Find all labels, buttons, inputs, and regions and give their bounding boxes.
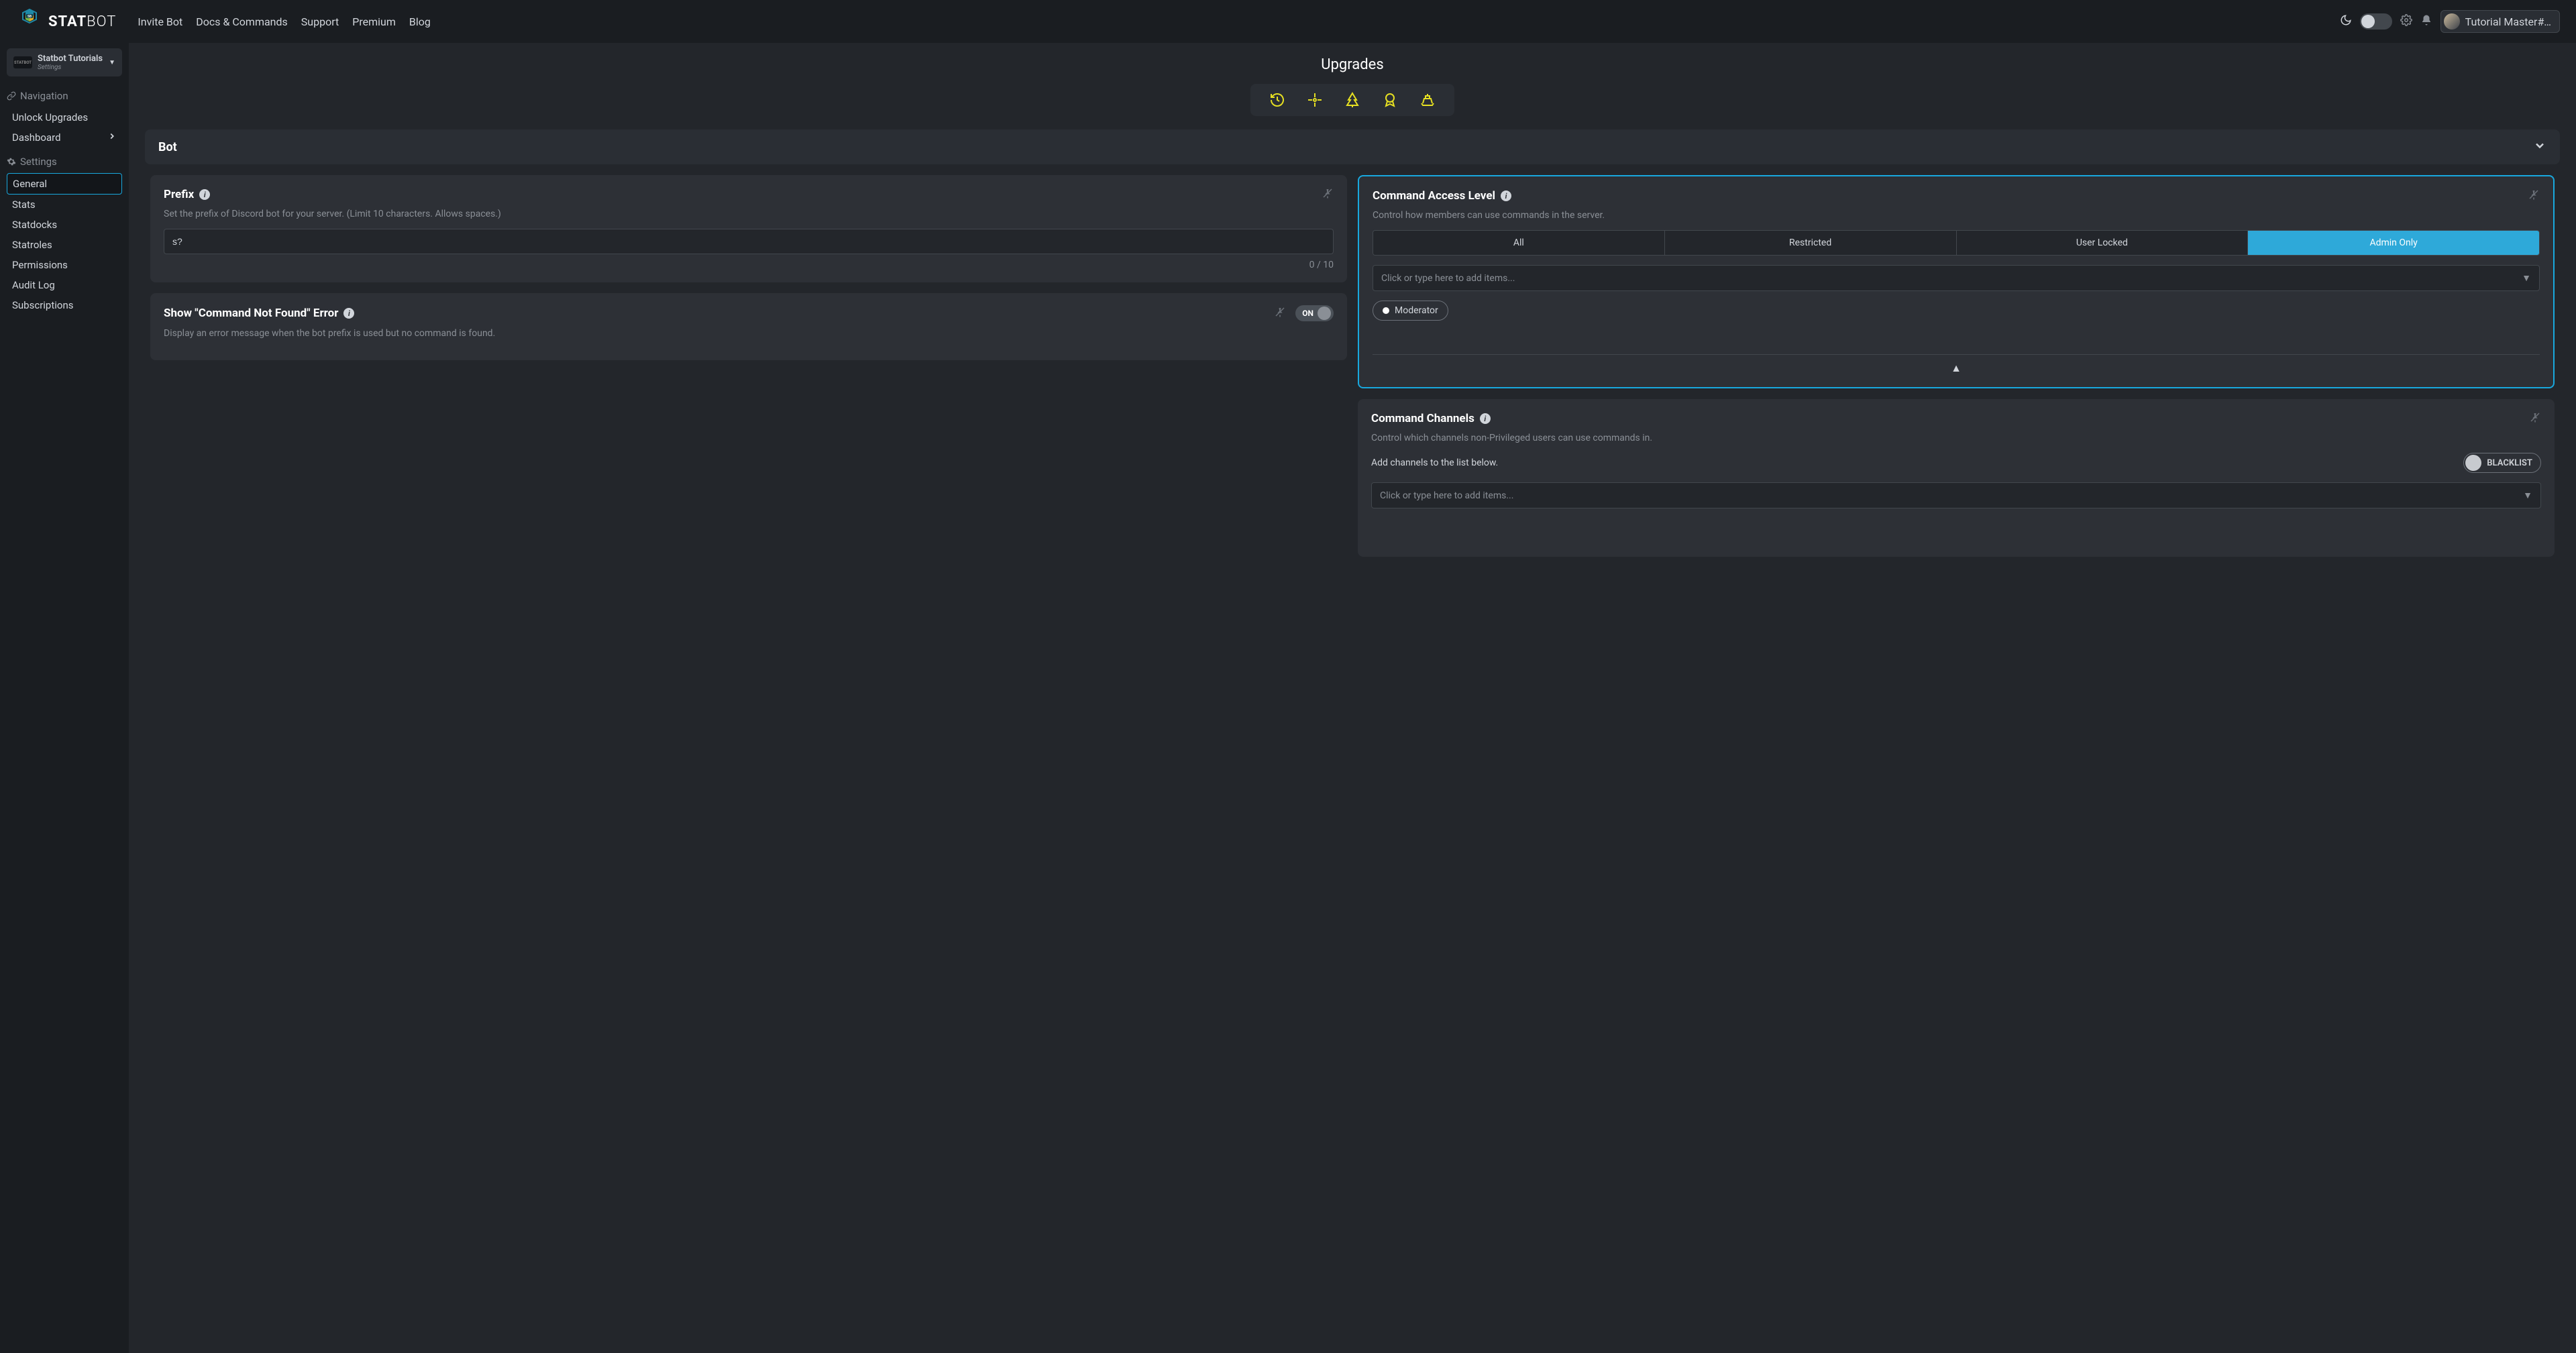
server-sub: Settings: [38, 64, 103, 71]
cnf-desc: Display an error message when the bot pr…: [164, 328, 1334, 339]
logo[interactable]: SB STATBOT: [16, 8, 116, 35]
header-right: Tutorial Master#…: [2340, 10, 2560, 33]
upgrades-title: Upgrades: [129, 56, 2576, 73]
gear-icon: [7, 157, 16, 166]
upgrades-bar: Upgrades: [129, 43, 2576, 129]
info-icon[interactable]: i: [343, 308, 354, 319]
nav-blog[interactable]: Blog: [409, 15, 431, 28]
cal-card: Command Access Level i Control how membe…: [1358, 175, 2555, 388]
seg-all[interactable]: All: [1373, 231, 1665, 255]
prefix-input[interactable]: [164, 229, 1334, 254]
award-icon[interactable]: [1382, 92, 1398, 108]
cal-title: Command Access Level i: [1373, 189, 1511, 203]
prefix-counter: 0 / 10: [164, 260, 1334, 270]
sidebar-item-subscriptions[interactable]: Subscriptions: [7, 295, 122, 315]
sidebar-item-dashboard[interactable]: Dashboard: [7, 127, 122, 148]
server-selector[interactable]: STATBOT Statbot Tutorials Settings ▼: [7, 48, 122, 76]
link-icon: [7, 91, 16, 101]
collapse-bar[interactable]: ▲: [1373, 354, 2540, 375]
pin-icon[interactable]: [1322, 187, 1334, 202]
blacklist-toggle[interactable]: BLACKLIST: [2463, 453, 2541, 473]
pin-icon[interactable]: [1274, 306, 1286, 321]
sidebar-item-unlock-upgrades[interactable]: Unlock Upgrades: [7, 107, 122, 127]
tree-icon[interactable]: [1344, 92, 1360, 108]
nav-invite-bot[interactable]: Invite Bot: [138, 15, 182, 28]
caret-down-icon: ▼: [2523, 490, 2532, 501]
prefix-desc: Set the prefix of Discord bot for your s…: [164, 209, 1334, 219]
prefix-card: Prefix i Set the prefix of Discord bot f…: [150, 175, 1347, 282]
sidebar-item-permissions[interactable]: Permissions: [7, 255, 122, 275]
history-icon[interactable]: [1269, 92, 1285, 108]
info-icon[interactable]: i: [1480, 413, 1491, 424]
role-tag-moderator[interactable]: Moderator: [1373, 301, 1448, 321]
cal-dropdown[interactable]: Click or type here to add items... ▼: [1373, 265, 2540, 291]
bell-icon[interactable]: [2420, 14, 2432, 30]
logo-text: STATBOT: [48, 13, 116, 30]
bot-section-title: Bot: [158, 140, 177, 154]
caret-down-icon: ▼: [109, 59, 115, 66]
theme-toggle[interactable]: [2360, 13, 2392, 30]
info-icon[interactable]: i: [1501, 191, 1511, 201]
prefix-title: Prefix i: [164, 188, 210, 201]
moon-icon: [2340, 14, 2352, 29]
sidebar-item-audit-log[interactable]: Audit Log: [7, 275, 122, 295]
nav-section-header: Navigation: [7, 90, 122, 102]
sidebar: STATBOT Statbot Tutorials Settings ▼ Nav…: [0, 43, 129, 1353]
cc-dropdown[interactable]: Click or type here to add items... ▼: [1371, 482, 2541, 508]
avatar: [2444, 13, 2460, 30]
nav-premium[interactable]: Premium: [352, 15, 396, 28]
pin-icon[interactable]: [2529, 411, 2541, 426]
top-nav: Invite Bot Docs & Commands Support Premi…: [138, 15, 430, 28]
seg-restricted[interactable]: Restricted: [1665, 231, 1957, 255]
cc-desc: Control which channels non-Privileged us…: [1371, 433, 2541, 443]
main-content: Upgrades Bot Prefix i: [129, 43, 2576, 1353]
bot-section-header[interactable]: Bot: [145, 129, 2560, 164]
sidebar-item-stats[interactable]: Stats: [7, 195, 122, 215]
sidebar-item-statdocks[interactable]: Statdocks: [7, 215, 122, 235]
cnf-card: Show "Command Not Found" Error i ON Disp…: [150, 293, 1347, 360]
caret-up-icon: ▲: [1951, 362, 1962, 374]
cc-subtext: Add channels to the list below.: [1371, 457, 1498, 468]
server-name: Statbot Tutorials: [38, 54, 103, 64]
top-header: SB STATBOT Invite Bot Docs & Commands Su…: [0, 0, 2576, 43]
role-dot-icon: [1383, 307, 1389, 314]
ship-icon[interactable]: [1419, 92, 1436, 108]
nav-support[interactable]: Support: [301, 15, 339, 28]
upgrade-icons: [1250, 84, 1454, 116]
sidebar-item-statroles[interactable]: Statroles: [7, 235, 122, 255]
cnf-toggle[interactable]: ON: [1295, 305, 1334, 321]
crosshair-icon[interactable]: [1307, 92, 1323, 108]
nav-docs[interactable]: Docs & Commands: [196, 15, 288, 28]
settings-section-header: Settings: [7, 156, 122, 168]
cnf-title: Show "Command Not Found" Error i: [164, 307, 354, 320]
cal-segmented: All Restricted User Locked Admin Only: [1373, 230, 2540, 256]
pin-icon[interactable]: [2528, 188, 2540, 203]
server-icon: STATBOT: [13, 56, 32, 68]
cc-card: Command Channels i Control which channel…: [1358, 399, 2555, 557]
seg-admin-only[interactable]: Admin Only: [2248, 231, 2539, 255]
chevron-down-icon: [2533, 139, 2546, 155]
user-menu[interactable]: Tutorial Master#…: [2440, 10, 2560, 33]
sidebar-item-general[interactable]: General: [7, 173, 122, 195]
cal-desc: Control how members can use commands in …: [1373, 210, 2540, 221]
info-icon[interactable]: i: [199, 189, 210, 200]
caret-down-icon: ▼: [2522, 272, 2531, 284]
user-name: Tutorial Master#…: [2465, 15, 2551, 28]
chevron-right-icon: [107, 131, 117, 144]
logo-icon: SB: [16, 8, 43, 35]
seg-user-locked[interactable]: User Locked: [1957, 231, 2249, 255]
svg-text:SB: SB: [28, 15, 32, 19]
cc-title: Command Channels i: [1371, 412, 1491, 425]
gear-icon[interactable]: [2400, 14, 2412, 30]
